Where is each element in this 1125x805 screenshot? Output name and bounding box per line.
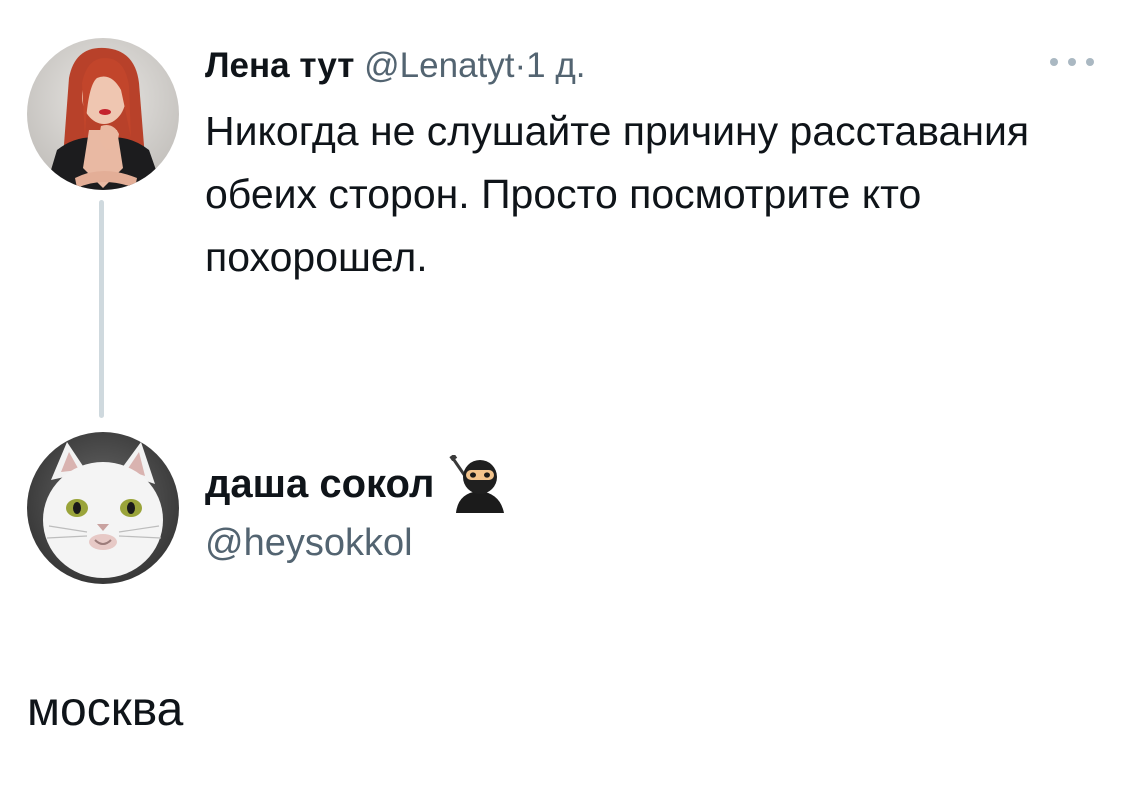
woman-portrait-image bbox=[27, 38, 179, 190]
reply-text: москва bbox=[27, 683, 184, 736]
tweet-text: Никогда не слушайте причину расставания … bbox=[205, 108, 1030, 280]
author-handle[interactable]: @Lenatyt bbox=[364, 46, 514, 85]
author-avatar[interactable] bbox=[27, 38, 179, 190]
reply-author-name[interactable]: даша сокол bbox=[205, 458, 434, 510]
meta-separator: · bbox=[514, 46, 527, 85]
tweet-time[interactable]: 1 д. bbox=[526, 46, 585, 85]
cat-photo-image bbox=[27, 432, 179, 584]
author-name[interactable]: Лена тут bbox=[205, 46, 354, 85]
ninja-icon bbox=[448, 453, 510, 513]
reply-author-name-row: даша сокол bbox=[205, 453, 510, 513]
tweet-header: Лена тут @Lenatyt·1 д. bbox=[205, 42, 585, 90]
more-options-icon[interactable] bbox=[1050, 50, 1094, 74]
reply-author-avatar[interactable] bbox=[27, 432, 179, 584]
thread-connector-line bbox=[99, 200, 104, 418]
tweet-screenshot: Лена тут @Lenatyt·1 д. Никогда не слушай… bbox=[0, 0, 1125, 805]
reply-author-handle[interactable]: @heysokkol bbox=[205, 518, 413, 568]
